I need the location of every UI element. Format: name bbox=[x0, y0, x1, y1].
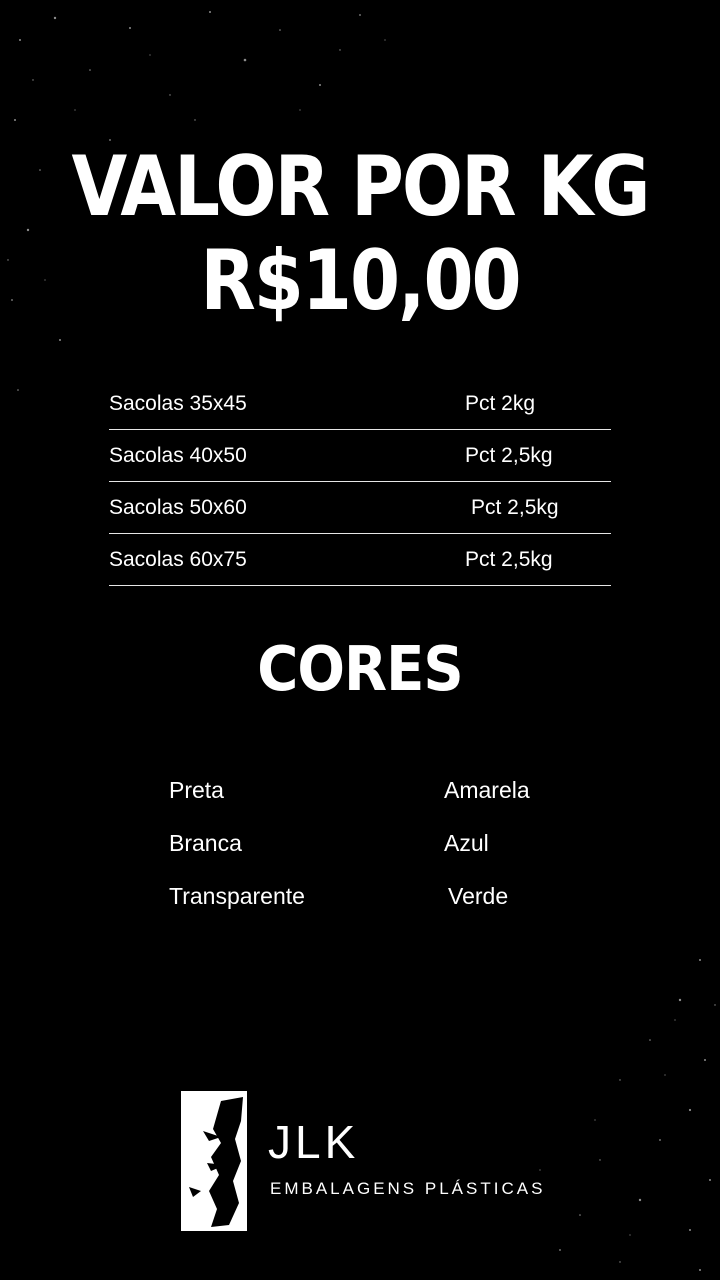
size-name: Sacolas 35x45 bbox=[109, 392, 247, 415]
table-row: Sacolas 60x75 Pct 2,5kg bbox=[109, 534, 611, 586]
size-table: Sacolas 35x45 Pct 2kg Sacolas 40x50 Pct … bbox=[109, 378, 611, 586]
size-pack: Pct 2,5kg bbox=[465, 444, 553, 467]
color-item: Branca bbox=[169, 830, 242, 856]
table-row: Sacolas 50x60 Pct 2,5kg bbox=[109, 482, 611, 534]
size-name: Sacolas 60x75 bbox=[109, 548, 247, 571]
size-name: Sacolas 40x50 bbox=[109, 444, 247, 467]
color-item: Preta bbox=[169, 777, 224, 803]
panther-head-icon bbox=[181, 1091, 247, 1231]
color-item: Transparente bbox=[169, 883, 305, 909]
size-pack: Pct 2kg bbox=[465, 392, 536, 415]
table-row: Sacolas 40x50 Pct 2,5kg bbox=[109, 430, 611, 482]
size-pack: Pct 2,5kg bbox=[471, 496, 559, 519]
page-title-line-1: VALOR POR KG bbox=[71, 137, 651, 235]
color-item: Verde bbox=[448, 883, 509, 909]
brand-tagline: EMBALAGENS PLÁSTICAS bbox=[270, 1179, 546, 1198]
size-name: Sacolas 50x60 bbox=[109, 496, 247, 519]
page-title-price: R$10,00 bbox=[200, 231, 521, 329]
size-pack: Pct 2,5kg bbox=[465, 548, 553, 571]
color-item: Amarela bbox=[444, 777, 530, 803]
table-row: Sacolas 35x45 Pct 2kg bbox=[109, 378, 611, 430]
color-item: Azul bbox=[444, 830, 489, 856]
brand-name: JLK bbox=[268, 1116, 360, 1168]
colors-title: CORES bbox=[257, 633, 463, 706]
